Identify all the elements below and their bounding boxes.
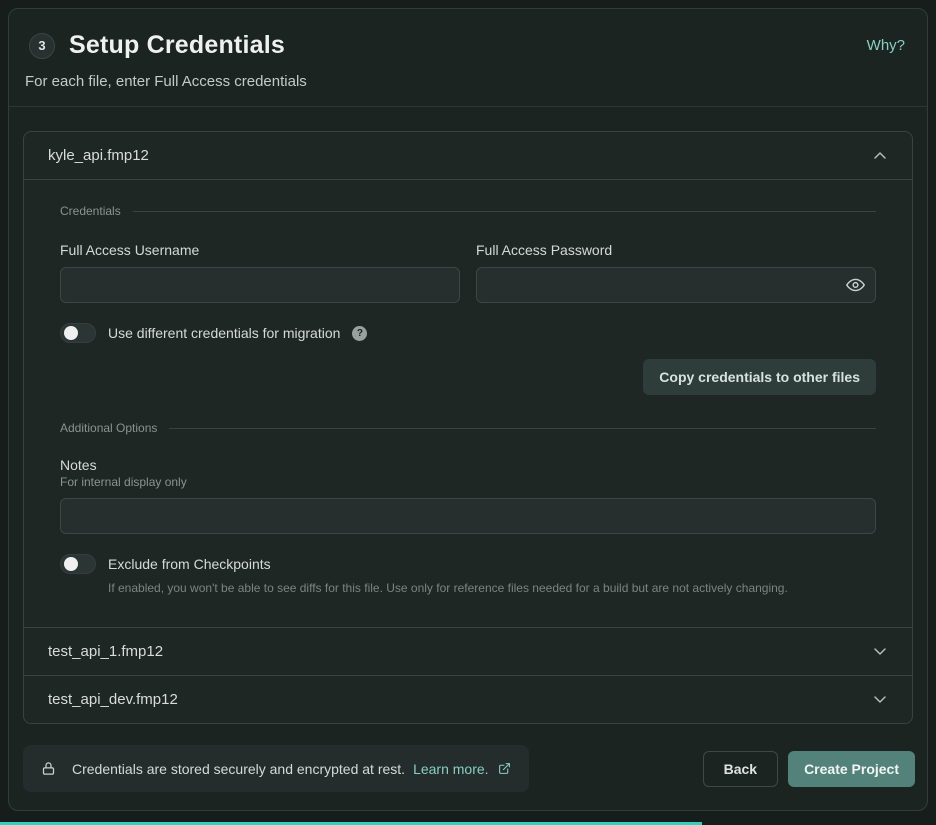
learn-more-link[interactable]: Learn more. <box>413 761 488 777</box>
file-section-test-api-1: test_api_1.fmp12 <box>24 627 912 675</box>
migration-credentials-row: Use different credentials for migration … <box>60 323 876 343</box>
header-divider <box>9 106 927 107</box>
username-input[interactable] <box>60 267 460 303</box>
notes-field: Notes For internal display only <box>60 457 876 534</box>
exclude-checkpoints-row: Exclude from Checkpoints <box>60 554 876 574</box>
back-button[interactable]: Back <box>703 751 778 787</box>
file-name: test_api_dev.fmp12 <box>48 691 178 708</box>
file-section-kyle-api: kyle_api.fmp12 Credentials Full Access U… <box>24 132 912 627</box>
security-note: Credentials are stored securely and encr… <box>23 745 529 792</box>
exclude-toggle-label: Exclude from Checkpoints <box>108 556 271 572</box>
chevron-up-icon[interactable] <box>872 148 888 164</box>
file-name: kyle_api.fmp12 <box>48 147 149 164</box>
chevron-down-icon[interactable] <box>872 643 888 659</box>
password-input[interactable] <box>476 267 876 303</box>
show-password-icon[interactable] <box>846 276 865 295</box>
notes-label: Notes <box>60 457 876 473</box>
section-divider-line <box>133 211 876 212</box>
different-credentials-toggle[interactable] <box>60 323 96 343</box>
footer: Credentials are stored securely and encr… <box>23 745 915 792</box>
notes-input[interactable] <box>60 498 876 534</box>
section-divider-line <box>169 428 876 429</box>
exclude-help-text: If enabled, you won't be able to see dif… <box>108 580 876 597</box>
additional-options-header: Additional Options <box>60 421 876 435</box>
header-left: 3 Setup Credentials <box>29 31 285 60</box>
file-name: test_api_1.fmp12 <box>48 643 163 660</box>
file-credentials-panel: Credentials Full Access Username Full Ac… <box>24 180 912 627</box>
create-project-button[interactable]: Create Project <box>788 751 915 787</box>
page-subtitle: For each file, enter Full Access credent… <box>9 73 927 90</box>
username-field: Full Access Username <box>60 242 460 303</box>
credentials-section-header: Credentials <box>60 204 876 218</box>
why-link[interactable]: Why? <box>867 37 905 54</box>
chevron-down-icon[interactable] <box>872 691 888 707</box>
exclude-checkpoints-toggle[interactable] <box>60 554 96 574</box>
credentials-fields: Full Access Username Full Access Passwor… <box>60 242 876 303</box>
username-label: Full Access Username <box>60 242 460 258</box>
card-header: 3 Setup Credentials Why? <box>9 9 927 60</box>
copy-credentials-button[interactable]: Copy credentials to other files <box>643 359 876 395</box>
migration-toggle-label: Use different credentials for migration <box>108 325 340 341</box>
info-icon[interactable]: ? <box>352 326 367 341</box>
password-field: Full Access Password <box>476 242 876 303</box>
accordion-header-test-api-dev[interactable]: test_api_dev.fmp12 <box>24 676 912 723</box>
footer-buttons: Back Create Project <box>703 751 915 787</box>
notes-hint: For internal display only <box>60 475 876 489</box>
password-label: Full Access Password <box>476 242 876 258</box>
step-number-badge: 3 <box>29 33 55 59</box>
accordion-header-test-api-1[interactable]: test_api_1.fmp12 <box>24 628 912 675</box>
file-section-test-api-dev: test_api_dev.fmp12 <box>24 675 912 723</box>
page-title: Setup Credentials <box>69 31 285 60</box>
external-link-icon[interactable] <box>498 762 511 775</box>
setup-credentials-card: 3 Setup Credentials Why? For each file, … <box>8 8 928 811</box>
password-input-wrap <box>476 267 876 303</box>
accordion-header-kyle-api[interactable]: kyle_api.fmp12 <box>24 132 912 180</box>
security-note-text: Credentials are stored securely and encr… <box>72 761 405 777</box>
credentials-section-label: Credentials <box>60 204 121 218</box>
toggle-knob <box>64 326 78 340</box>
toggle-knob <box>64 557 78 571</box>
copy-credentials-row: Copy credentials to other files <box>60 359 876 395</box>
files-accordion: kyle_api.fmp12 Credentials Full Access U… <box>23 131 913 724</box>
additional-options-label: Additional Options <box>60 421 157 435</box>
lock-icon <box>41 760 56 777</box>
